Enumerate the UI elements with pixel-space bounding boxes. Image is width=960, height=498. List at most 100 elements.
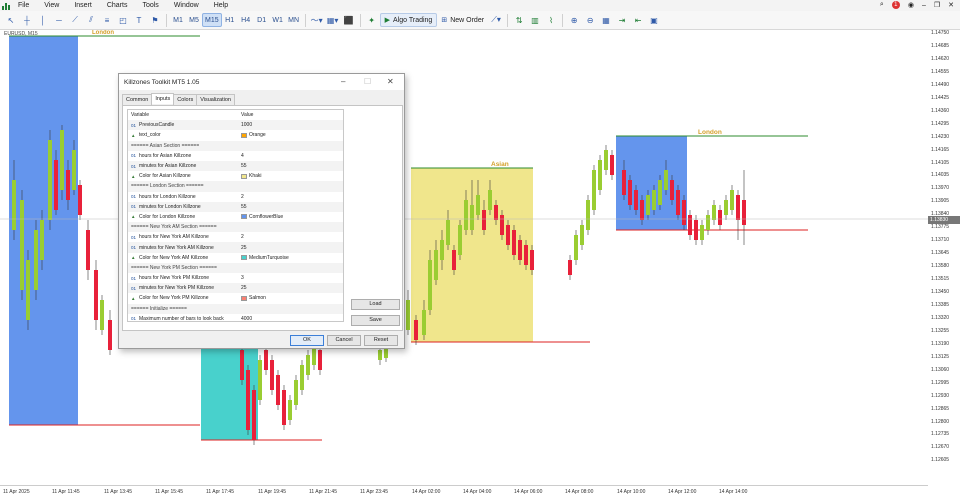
input-value-cell[interactable]: 25 [238,245,247,251]
timeframe-w1[interactable]: W1 [270,13,286,27]
input-row[interactable]: ▲ Color for Asian Killzone Khaki [128,171,343,181]
objects-icon[interactable]: ⚑ [148,13,162,27]
input-row[interactable]: 01 minutes for London Killzone 55 [128,201,343,212]
input-row[interactable]: ▲ text_color Orange [128,130,343,140]
maximize-icon[interactable]: ❐ [934,1,940,9]
tab-visualization[interactable]: Visualization [196,94,235,105]
input-value-cell[interactable]: MediumTurquoise [238,255,289,261]
input-value-cell[interactable]: Orange [238,132,266,138]
timeframe-m15[interactable]: M15 [202,13,222,27]
channel-icon[interactable]: ⫽ [84,13,98,27]
fibonacci-icon[interactable]: ≡ [100,13,114,27]
price-tick: 1.13450 [931,289,950,295]
account-icon[interactable]: ◉ [908,1,914,9]
input-row[interactable]: ▲ Color for New York AM Killzone MediumTur… [128,253,343,263]
timeframe-h4[interactable]: H4 [238,13,254,27]
signals-icon[interactable]: ✦ [365,13,379,27]
input-row[interactable]: 01 hours for New York PM Killzone 3 [128,273,343,283]
input-row[interactable]: 01 PreviousCandle 1000 [128,120,343,131]
cursor-icon[interactable]: ↖ [4,13,18,27]
menu-insert[interactable]: Insert [74,2,92,9]
shapes-icon[interactable]: ◰ [116,13,130,27]
timeframe-h1[interactable]: H1 [222,13,238,27]
menu-charts[interactable]: Charts [107,2,128,9]
cancel-button[interactable]: Cancel [327,335,361,346]
input-value-cell[interactable]: CornflowerBlue [238,214,283,220]
dialog-minimize-icon[interactable]: – [341,77,345,86]
close-icon[interactable]: ✕ [948,1,954,9]
crosshair-icon[interactable]: ┼ [20,13,34,27]
bars-icon[interactable]: ▥ [528,13,542,27]
text-icon[interactable]: T [132,13,146,27]
input-value-cell[interactable]: Khaki [238,173,262,179]
chart-shift-icon[interactable]: ⇤ [631,13,645,27]
input-value-cell[interactable]: 2 [238,194,244,200]
timeframe-d1[interactable]: D1 [254,13,270,27]
input-value-cell[interactable]: 4 [238,153,244,159]
input-row[interactable]: 01 minutes for New York PM Killzone 25 [128,283,343,294]
new-order-button[interactable]: ⊞ New Order [437,13,488,27]
menu-window[interactable]: Window [174,2,199,9]
price-tick: 1.12800 [931,418,950,425]
tab-inputs[interactable]: Inputs [151,93,175,104]
menu-view[interactable]: View [44,2,59,9]
menu-file[interactable]: File [18,2,29,9]
ok-button[interactable]: OK [290,335,324,346]
input-value-cell[interactable]: 4000 [238,316,252,321]
chart-type-icon[interactable]: 〜▾ [310,13,324,27]
input-row[interactable]: ====== Asian Section ====== [128,140,343,151]
zoom-in-icon[interactable]: ⊕ [567,13,581,27]
input-row[interactable]: 01 hours for London Killzone 2 [128,192,343,202]
line-chart-icon[interactable]: ⌇ [544,13,558,27]
horizontal-line-icon[interactable]: ─ [52,13,66,27]
input-row[interactable]: ====== New York AM Section ====== [128,222,343,233]
candle-bull [464,200,468,230]
menu-help[interactable]: Help [214,2,228,9]
dialog-close-icon[interactable]: ✕ [387,77,394,86]
grid-icon[interactable]: ▦ [599,13,613,27]
algo-trading-button[interactable]: ▶ Algo Trading [379,13,438,27]
input-value-cell[interactable]: 3 [238,275,244,281]
tab-common[interactable]: Common [122,94,153,105]
save-button[interactable]: Save [351,315,400,326]
input-row[interactable]: 01 minutes for Asian Killzone 55 [128,160,343,172]
price-axis[interactable]: 1.14750 1.14685 1.14620 1.14555 1.14490 1.144… [928,30,960,485]
input-value-cell[interactable]: 25 [238,285,247,291]
menu-tools[interactable]: Tools [142,2,158,9]
input-row[interactable]: 01 minutes for New York AM Killzone 25 [128,242,343,253]
trendline-icon[interactable]: ⟋ [68,13,82,27]
minimize-icon[interactable]: – [922,2,926,9]
input-value-cell[interactable]: Salmon [238,295,266,301]
timeframe-m1[interactable]: M1 [170,13,186,27]
reset-button[interactable]: Reset [364,335,398,346]
market-watch-icon[interactable]: ⟋▾ [489,13,503,27]
input-value: 3 [241,275,244,282]
input-row[interactable]: ====== Initialize ====== [128,303,343,314]
input-row[interactable]: ▲ Color for New York PM Killzone Salmon [128,293,343,303]
input-row[interactable]: 01 hours for New York AM Killzone 2 [128,232,343,242]
auto-scroll-icon[interactable]: ⇥ [615,13,629,27]
vertical-line-icon[interactable]: │ [36,13,50,27]
load-button[interactable]: Load [351,299,400,310]
input-row[interactable]: ▲ Color for London Killzone CornflowerBlue [128,212,343,222]
zoom-out-icon[interactable]: ⊖ [583,13,597,27]
dialog-titlebar[interactable]: Killzones Toolkit MT5 1.05 – ☐ ✕ [119,74,404,90]
indicators-icon[interactable]: ⬛ [342,13,356,27]
input-row[interactable]: 01 hours for Asian Killzone 4 [128,151,343,161]
time-axis[interactable]: 11 Apr 2025 11 Apr 11:45 11 Apr 13:45 11 Ap… [0,485,928,498]
search-icon[interactable]: ⌕ [880,1,884,9]
tab-colors[interactable]: Colors [173,94,198,105]
timeframe-mn[interactable]: MN [286,13,302,27]
input-row[interactable]: 01 Maximum number of bars to look back 400… [128,314,343,321]
input-value-cell[interactable]: 2 [238,234,244,240]
notification-badge[interactable]: 1 [891,1,900,9]
screenshot-icon[interactable]: ▣ [647,13,661,27]
input-value-cell[interactable]: 1000 [238,122,252,128]
depth-icon[interactable]: ⇅ [512,13,526,27]
input-value-cell[interactable]: 55 [238,163,247,169]
input-value-cell[interactable]: 55 [238,204,247,210]
input-row[interactable]: ====== New York PM Section ====== [128,262,343,273]
timeframe-m5[interactable]: M5 [186,13,202,27]
input-row[interactable]: ====== London Section ====== [128,181,343,192]
templates-icon[interactable]: ▦▾ [326,13,340,27]
